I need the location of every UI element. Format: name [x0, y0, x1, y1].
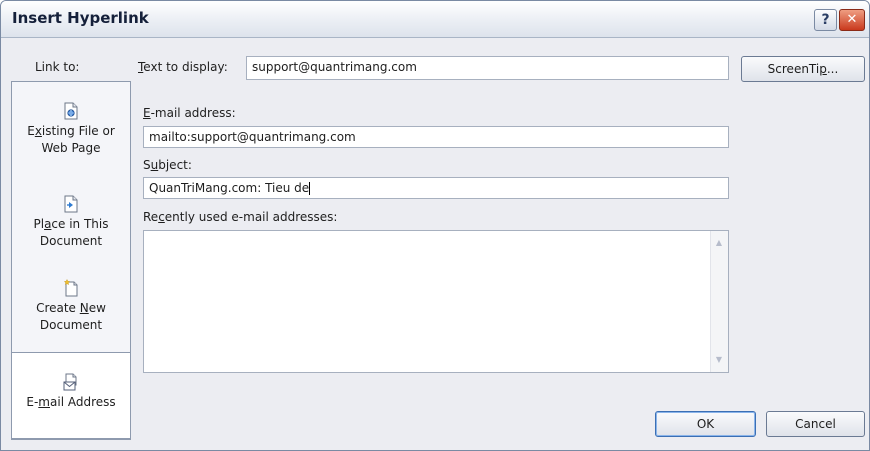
link-to-label: Link to:: [35, 60, 80, 74]
link-to-sidebar: Existing File or Web Page Place in This Do…: [11, 81, 131, 440]
scroll-down-icon[interactable]: ▼: [714, 355, 724, 365]
sidebar-item-existing-file[interactable]: Existing File or Web Page: [12, 102, 130, 157]
subject-label: Subject:: [143, 158, 192, 172]
recent-addresses-list[interactable]: ▲ ▼: [143, 230, 729, 373]
email-address-input[interactable]: mailto:support@quantrimang.com: [143, 126, 729, 148]
ok-button[interactable]: OK: [655, 411, 756, 437]
new-document-icon: [63, 279, 78, 297]
text-to-display-label: Text to display:: [138, 60, 228, 74]
close-button[interactable]: ✕: [839, 9, 865, 31]
text-cursor: [309, 182, 311, 195]
dialog-title: Insert Hyperlink: [12, 9, 149, 27]
email-address-icon: [63, 373, 77, 391]
insert-hyperlink-dialog: Insert Hyperlink ? ✕ Link to: Text to di…: [0, 0, 870, 451]
recent-addresses-label: Recently used e-mail addresses:: [143, 210, 338, 224]
place-in-document-icon: [64, 195, 78, 213]
scroll-up-icon[interactable]: ▲: [714, 238, 724, 248]
cancel-button[interactable]: Cancel: [766, 411, 865, 437]
text-to-display-input[interactable]: support@quantrimang.com: [246, 56, 729, 80]
screentip-button[interactable]: ScreenTip...: [741, 56, 865, 82]
help-button[interactable]: ?: [814, 9, 837, 31]
sidebar-item-email-address[interactable]: E-mail Address: [12, 352, 130, 439]
existing-file-icon: [64, 102, 78, 120]
subject-input[interactable]: QuanTriMang.com: Tieu de: [143, 177, 729, 199]
help-icon: ?: [821, 12, 830, 28]
sidebar-item-place-in-document[interactable]: Place in This Document: [12, 195, 130, 250]
title-bar: Insert Hyperlink ? ✕: [1, 1, 869, 38]
vertical-scrollbar[interactable]: ▲ ▼: [710, 231, 728, 372]
sidebar-item-create-new-document[interactable]: Create New Document: [12, 279, 130, 334]
close-icon: ✕: [846, 12, 858, 27]
email-address-label: E-mail address:: [143, 106, 236, 120]
